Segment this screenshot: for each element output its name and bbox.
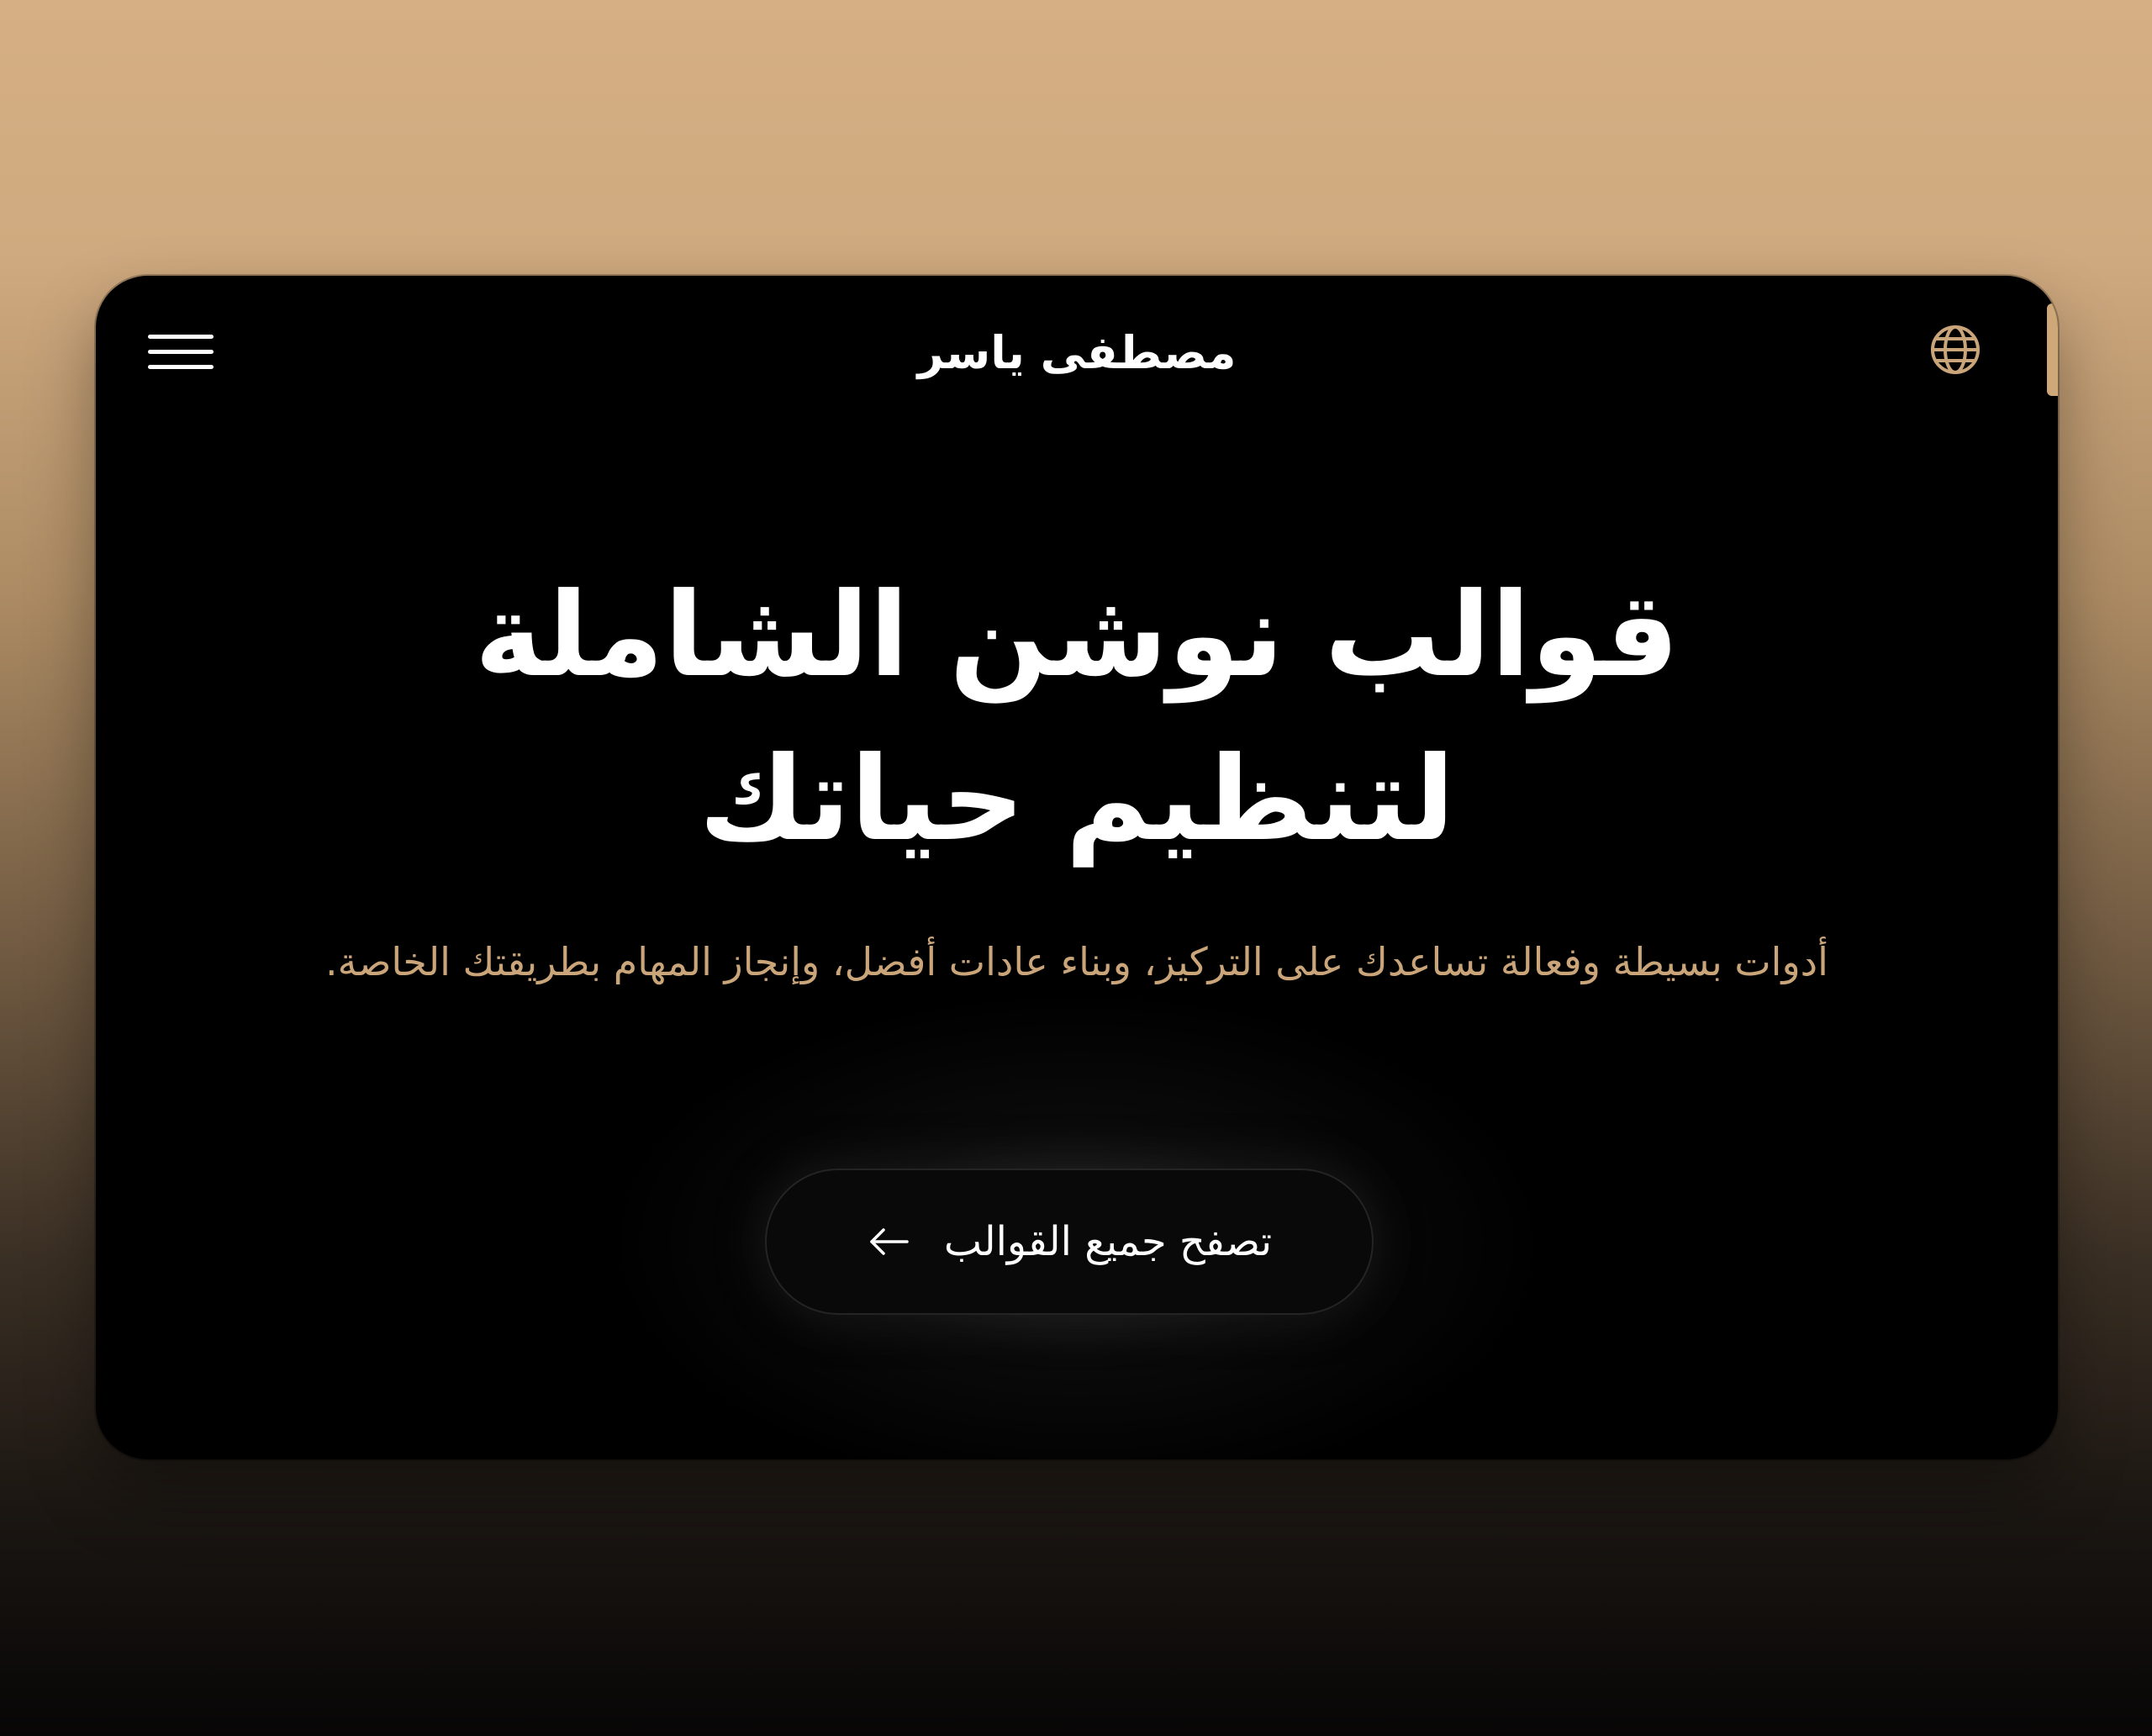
hero-title-line-2: لتنظيم حياتك bbox=[699, 731, 1455, 867]
arrow-left-icon bbox=[870, 1228, 909, 1255]
hero-title: قوالب نوشن الشاملة لتنظيم حياتك bbox=[96, 553, 2058, 881]
browse-templates-label: تصفح جميع القوالب bbox=[943, 1218, 1273, 1265]
hero-card: مصطفى ياسر قوالب نوشن الشاملة لتنظيم حيا… bbox=[96, 276, 2058, 1459]
hero-title-line-1: قوالب نوشن الشاملة bbox=[474, 567, 1680, 703]
browse-templates-button[interactable]: تصفح جميع القوالب bbox=[765, 1169, 1374, 1315]
hero-subtitle: أدوات بسيطة وفعالة تساعدك على التركيز، و… bbox=[325, 939, 1828, 984]
brand-name[interactable]: مصطفى ياسر bbox=[96, 319, 2058, 387]
globe-icon[interactable] bbox=[1928, 323, 1982, 377]
